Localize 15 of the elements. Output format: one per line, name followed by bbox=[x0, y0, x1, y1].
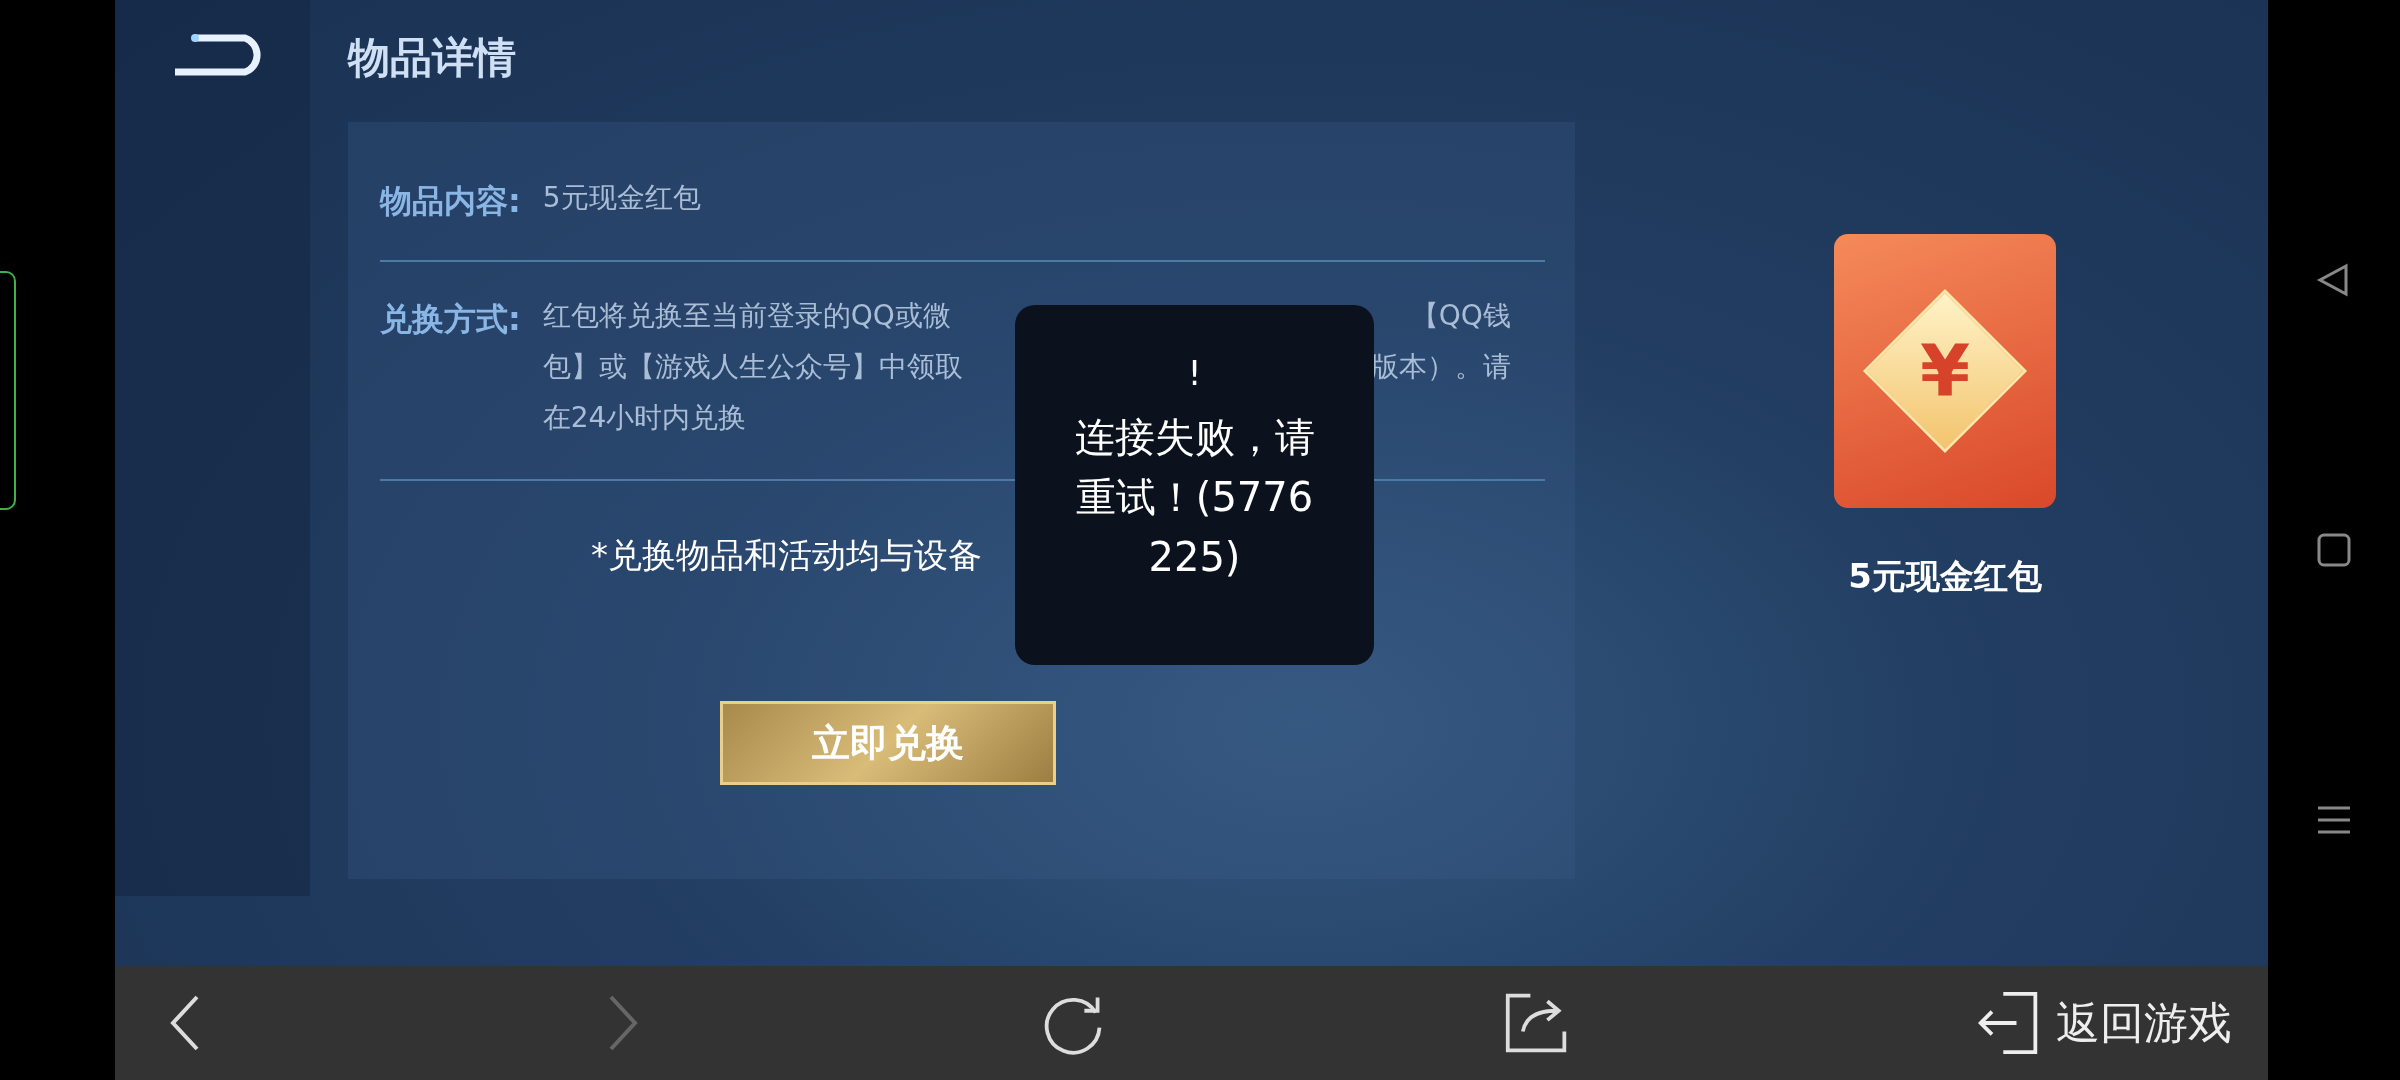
page-title: 物品详情 bbox=[348, 32, 517, 84]
detail-value: 包】或【游戏人生公众号】中领取 bbox=[542, 349, 963, 385]
detail-label: 兑换方式: bbox=[380, 299, 521, 340]
detail-value: 在24小时内兑换 bbox=[542, 400, 747, 436]
prize-caption: 5元现金红包 bbox=[1848, 555, 2042, 598]
yen-symbol: ¥ bbox=[1919, 331, 1971, 411]
toast-message: 连接失败，请重试！(5776225) bbox=[1073, 413, 1316, 582]
detail-label: 物品内容: bbox=[380, 181, 521, 222]
detail-value: 红包将兑换至当前登录的QQ或微 bbox=[542, 298, 951, 334]
detail-value: 版本）。请 bbox=[1370, 349, 1511, 385]
return-game-button[interactable]: 返回游戏 bbox=[1968, 989, 2238, 1057]
detail-value: 5元现金红包 bbox=[542, 180, 701, 216]
detail-value: 【QQ钱 bbox=[1410, 298, 1511, 334]
toast-mark: ! bbox=[1187, 355, 1202, 391]
disclaimer-text: *兑换物品和活动均与设备 bbox=[591, 534, 982, 577]
